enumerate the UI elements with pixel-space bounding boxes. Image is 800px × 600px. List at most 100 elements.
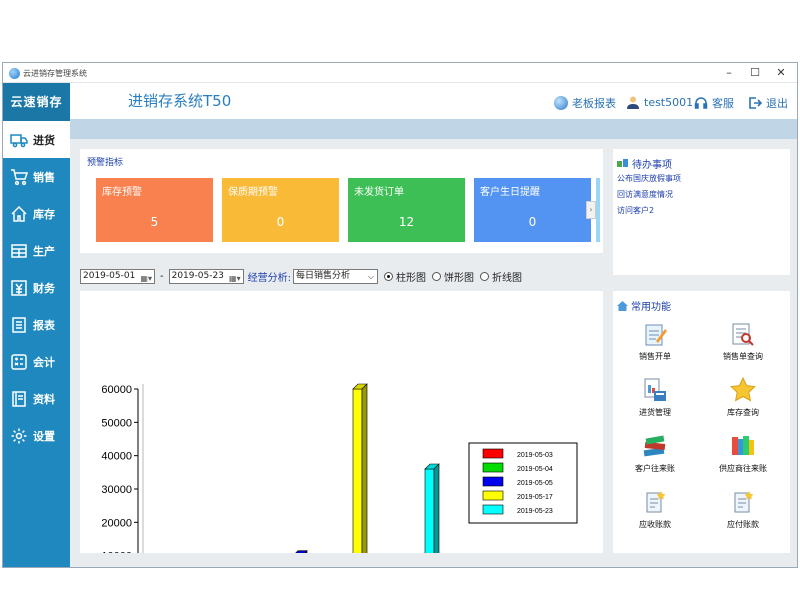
- legend-swatch: [482, 462, 504, 473]
- y-tick-label: 20000: [101, 517, 132, 529]
- payable-icon: [734, 491, 754, 513]
- functions-panel: 常用功能 销售开单 销售单查询 进货管理 库存查询 客户往来账 供应商往来账 应…: [613, 291, 790, 553]
- radio-dot: [431, 271, 441, 281]
- nav-label: 库存: [33, 207, 55, 221]
- warning-card-stock[interactable]: 库存预警 5: [96, 178, 213, 242]
- legend-swatch: [482, 448, 504, 459]
- warning-card-value: 0: [528, 215, 537, 229]
- start-date-value: 2019-05-01: [83, 270, 136, 281]
- close-button[interactable]: ✕: [771, 65, 791, 81]
- warning-card-next-peek: [596, 178, 600, 242]
- chevron-down-icon: ⌵: [367, 271, 374, 281]
- warning-card-value: 12: [398, 215, 415, 229]
- warning-card-unshipped[interactable]: 未发货订单 12: [348, 178, 465, 242]
- sales-bar-chart: 01000020000300004000050000600002019-05-0…: [101, 383, 578, 567]
- nav-item-purchase[interactable]: 进货: [3, 121, 70, 158]
- todo-title-label: 待办事项: [632, 160, 672, 171]
- maximize-button[interactable]: ☐: [745, 65, 765, 81]
- calendar-icon: ▦▾: [229, 273, 241, 283]
- start-date-picker[interactable]: 2019-05-01 ▦▾: [80, 268, 155, 284]
- nav-item-accounting[interactable]: 会计: [3, 343, 70, 380]
- sales-order-icon: [645, 324, 667, 346]
- nav-item-sales[interactable]: 销售: [3, 158, 70, 195]
- chart-panel: 01000020000300004000050000600002019-05-0…: [80, 291, 603, 567]
- warning-card-label: 未发货订单: [354, 187, 404, 198]
- star-icon: [730, 377, 756, 402]
- user-link[interactable]: test5001: [626, 95, 693, 109]
- func-label: 销售单查询: [723, 352, 763, 361]
- yen-icon: [11, 279, 27, 296]
- nav-item-finance[interactable]: 财务: [3, 269, 70, 306]
- nav-label: 报表: [33, 318, 55, 332]
- minimize-button[interactable]: –: [719, 65, 739, 81]
- analysis-label: 经营分析:: [247, 272, 291, 284]
- legend-label: 2019-05-04: [517, 466, 553, 473]
- radio-label: 折线图: [491, 272, 522, 284]
- y-tick-label: 60000: [101, 384, 132, 396]
- func-receivable[interactable]: 应收账款: [615, 489, 695, 530]
- functions-title-label: 常用功能: [631, 302, 671, 313]
- logout-icon: [748, 96, 763, 110]
- sidebar: 云速销存 进货 销售 库存 生产 财务 报表 会计 资料 设置: [3, 83, 70, 567]
- boss-report-link[interactable]: 老板报表: [554, 95, 616, 111]
- radio-bar-chart[interactable]: 柱形图: [383, 269, 426, 284]
- warning-card-value: 5: [150, 215, 159, 229]
- analysis-select[interactable]: 每日销售分析 ⌵: [292, 268, 378, 284]
- sales-query-icon: [732, 323, 754, 346]
- nav-label: 设置: [33, 429, 55, 443]
- bar-side: [361, 383, 368, 567]
- date-separator: -: [160, 270, 164, 282]
- customer-books-icon: [643, 435, 666, 457]
- func-label: 进货管理: [639, 408, 671, 417]
- radio-pie-chart[interactable]: 饼形图: [431, 269, 474, 284]
- func-sales-order[interactable]: 销售开单: [615, 321, 695, 362]
- func-customer-books[interactable]: 客户往来账: [615, 433, 695, 474]
- scroll-right-button[interactable]: ›: [586, 201, 596, 219]
- nav-label: 会计: [33, 355, 55, 369]
- logout-link[interactable]: 退出: [748, 95, 788, 111]
- analysis-select-value: 每日销售分析: [295, 270, 350, 281]
- service-link[interactable]: 客服: [694, 95, 734, 111]
- nav-item-settings[interactable]: 设置: [3, 417, 70, 454]
- nav-label: 资料: [33, 392, 55, 406]
- nav-item-production[interactable]: 生产: [3, 232, 70, 269]
- nav-label: 进货: [33, 133, 55, 147]
- radio-line-chart[interactable]: 折线图: [479, 269, 522, 284]
- warning-panel: 预警指标 库存预警 5 保质期预警 0 未发货订单 12 客户生日提醒 0 ›: [80, 149, 603, 253]
- legend-label: 2019-05-23: [517, 508, 553, 515]
- window-title: 云进销存管理系统: [23, 69, 87, 78]
- y-tick-label: 30000: [101, 484, 132, 496]
- todo-panel: 待办事项 公布国庆放假事项 回访满意度情况 访问客户2: [613, 149, 790, 275]
- legend-swatch: [482, 504, 504, 515]
- func-payable[interactable]: 应付账款: [703, 489, 783, 530]
- todo-icon: [617, 158, 628, 167]
- brand-logo: 云速销存: [3, 83, 70, 121]
- bar: [352, 388, 363, 567]
- warning-card-birthday[interactable]: 客户生日提醒 0: [474, 178, 591, 242]
- house-icon: [11, 205, 27, 222]
- warning-title: 预警指标: [87, 158, 124, 168]
- func-label: 供应商往来账: [719, 464, 767, 473]
- boss-report-label: 老板报表: [572, 97, 616, 110]
- func-sales-query[interactable]: 销售单查询: [703, 321, 783, 362]
- func-stock-query[interactable]: 库存查询: [703, 377, 783, 418]
- warning-card-expiry[interactable]: 保质期预警 0: [222, 178, 339, 242]
- nav-item-data[interactable]: 资料: [3, 380, 70, 417]
- end-date-picker[interactable]: 2019-05-23 ▦▾: [168, 268, 244, 284]
- service-label: 客服: [712, 97, 734, 110]
- app-window: 云进销存管理系统 – ☐ ✕ 云速销存 进货 销售 库存 生产 财务 报表 会计…: [2, 62, 798, 568]
- radio-dot: [479, 271, 489, 281]
- todo-item[interactable]: 回访满意度情况: [617, 189, 673, 200]
- func-label: 库存查询: [727, 408, 759, 417]
- report-icon: [12, 316, 26, 333]
- nav-item-inventory[interactable]: 库存: [3, 195, 70, 232]
- todo-item[interactable]: 公布国庆放假事项: [617, 173, 681, 184]
- func-label: 应付账款: [727, 520, 759, 529]
- globe-icon: [554, 96, 568, 110]
- functions-title: 常用功能: [617, 298, 671, 313]
- todo-item[interactable]: 访问客户2: [617, 205, 654, 216]
- legend-label: 2019-05-17: [517, 494, 553, 501]
- func-purchase[interactable]: 进货管理: [615, 377, 695, 418]
- func-supplier-books[interactable]: 供应商往来账: [703, 433, 783, 474]
- nav-item-reports[interactable]: 报表: [3, 306, 70, 343]
